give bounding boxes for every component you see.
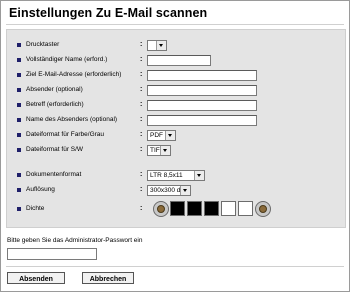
colon: : bbox=[140, 101, 143, 108]
colon: : bbox=[140, 131, 143, 138]
colon: : bbox=[140, 146, 143, 153]
row-full-name: Vollständiger Name (erford.) : bbox=[7, 54, 345, 66]
density-decrease-icon[interactable] bbox=[153, 201, 169, 217]
document-size-select[interactable]: LTR 8,5x11 bbox=[147, 170, 205, 181]
row-document-size: Dokumentenformat : LTR 8,5x11 bbox=[7, 169, 345, 181]
density-swatch-5[interactable] bbox=[238, 201, 253, 216]
colon: : bbox=[140, 86, 143, 93]
file-format-color-select[interactable]: PDF bbox=[147, 130, 176, 141]
density-swatch-3[interactable] bbox=[204, 201, 219, 216]
row-file-format-color: Dateiformat für Farbe/Grau : PDF bbox=[7, 129, 345, 141]
density-swatch-4[interactable] bbox=[221, 201, 236, 216]
density-increase-icon[interactable] bbox=[255, 201, 271, 217]
density-swatch-1[interactable] bbox=[170, 201, 185, 216]
chevron-down-icon[interactable] bbox=[156, 41, 166, 50]
cancel-button[interactable]: Abbrechen bbox=[82, 272, 134, 284]
bullet-icon bbox=[17, 88, 21, 92]
row-subject: Betreff (erforderlich) : bbox=[7, 99, 345, 111]
drucktaster-label: Drucktaster bbox=[26, 41, 60, 48]
colon: : bbox=[140, 41, 143, 48]
destination-email-input[interactable] bbox=[147, 70, 257, 81]
bullet-icon bbox=[17, 188, 21, 192]
density-control bbox=[153, 201, 283, 217]
colon: : bbox=[140, 116, 143, 123]
density-label: Dichte bbox=[26, 205, 45, 212]
admin-password-label: Bitte geben Sie das Administrator-Passwo… bbox=[7, 237, 143, 244]
destination-email-label: Ziel E-Mail-Adresse (erforderlich) bbox=[26, 71, 122, 78]
file-format-bw-select[interactable]: TIFF bbox=[147, 145, 171, 156]
row-sender-name: Name des Absenders (optional) : bbox=[7, 114, 345, 126]
file-format-bw-label: Dateiformat für S/W bbox=[26, 146, 84, 153]
colon: : bbox=[140, 171, 143, 178]
bullet-icon bbox=[17, 133, 21, 137]
sender-label: Absender (optional) bbox=[26, 86, 83, 93]
colon: : bbox=[140, 71, 143, 78]
bullet-icon bbox=[17, 173, 21, 177]
title-divider bbox=[6, 24, 344, 25]
chevron-down-icon[interactable] bbox=[165, 131, 175, 140]
row-drucktaster: Drucktaster : bbox=[7, 39, 345, 51]
chevron-down-icon[interactable] bbox=[180, 186, 190, 195]
density-swatch-2[interactable] bbox=[187, 201, 202, 216]
document-size-value: LTR 8,5x11 bbox=[150, 172, 183, 179]
full-name-label: Vollständiger Name (erford.) bbox=[26, 56, 108, 63]
chevron-down-icon[interactable] bbox=[160, 146, 170, 155]
chevron-down-icon[interactable] bbox=[194, 171, 204, 180]
colon: : bbox=[140, 186, 143, 193]
subject-label: Betreff (erforderlich) bbox=[26, 101, 84, 108]
settings-panel: Drucktaster : Vollständiger Name (erford… bbox=[6, 29, 346, 228]
colon: : bbox=[140, 56, 143, 63]
bullet-icon bbox=[17, 118, 21, 122]
row-resolution: Auflösung : 300x300 dpi bbox=[7, 184, 345, 196]
resolution-select[interactable]: 300x300 dpi bbox=[147, 185, 191, 196]
admin-password-input[interactable] bbox=[7, 248, 97, 260]
bullet-icon bbox=[17, 43, 21, 47]
row-density: Dichte : bbox=[7, 201, 345, 217]
file-format-color-value: PDF bbox=[150, 132, 163, 139]
row-sender: Absender (optional) : bbox=[7, 84, 345, 96]
submit-button[interactable]: Absenden bbox=[7, 272, 65, 284]
file-format-color-label: Dateiformat für Farbe/Grau bbox=[26, 131, 105, 138]
row-destination-email: Ziel E-Mail-Adresse (erforderlich) : bbox=[7, 69, 345, 81]
drucktaster-select[interactable] bbox=[147, 40, 167, 51]
bullet-icon bbox=[17, 103, 21, 107]
bullet-icon bbox=[17, 58, 21, 62]
sender-input[interactable] bbox=[147, 85, 257, 96]
resolution-label: Auflösung bbox=[26, 186, 55, 193]
bullet-icon bbox=[17, 73, 21, 77]
colon: : bbox=[140, 205, 143, 212]
row-file-format-bw: Dateiformat für S/W : TIFF bbox=[7, 144, 345, 156]
bullet-icon bbox=[17, 207, 21, 211]
sender-name-label: Name des Absenders (optional) bbox=[26, 116, 118, 123]
full-name-input[interactable] bbox=[147, 55, 211, 66]
footer-divider bbox=[6, 266, 344, 267]
subject-input[interactable] bbox=[147, 100, 257, 111]
bullet-icon bbox=[17, 148, 21, 152]
sender-name-input[interactable] bbox=[147, 115, 257, 126]
page-title: Einstellungen Zu E-Mail scannen bbox=[9, 6, 208, 20]
document-size-label: Dokumentenformat bbox=[26, 171, 82, 178]
